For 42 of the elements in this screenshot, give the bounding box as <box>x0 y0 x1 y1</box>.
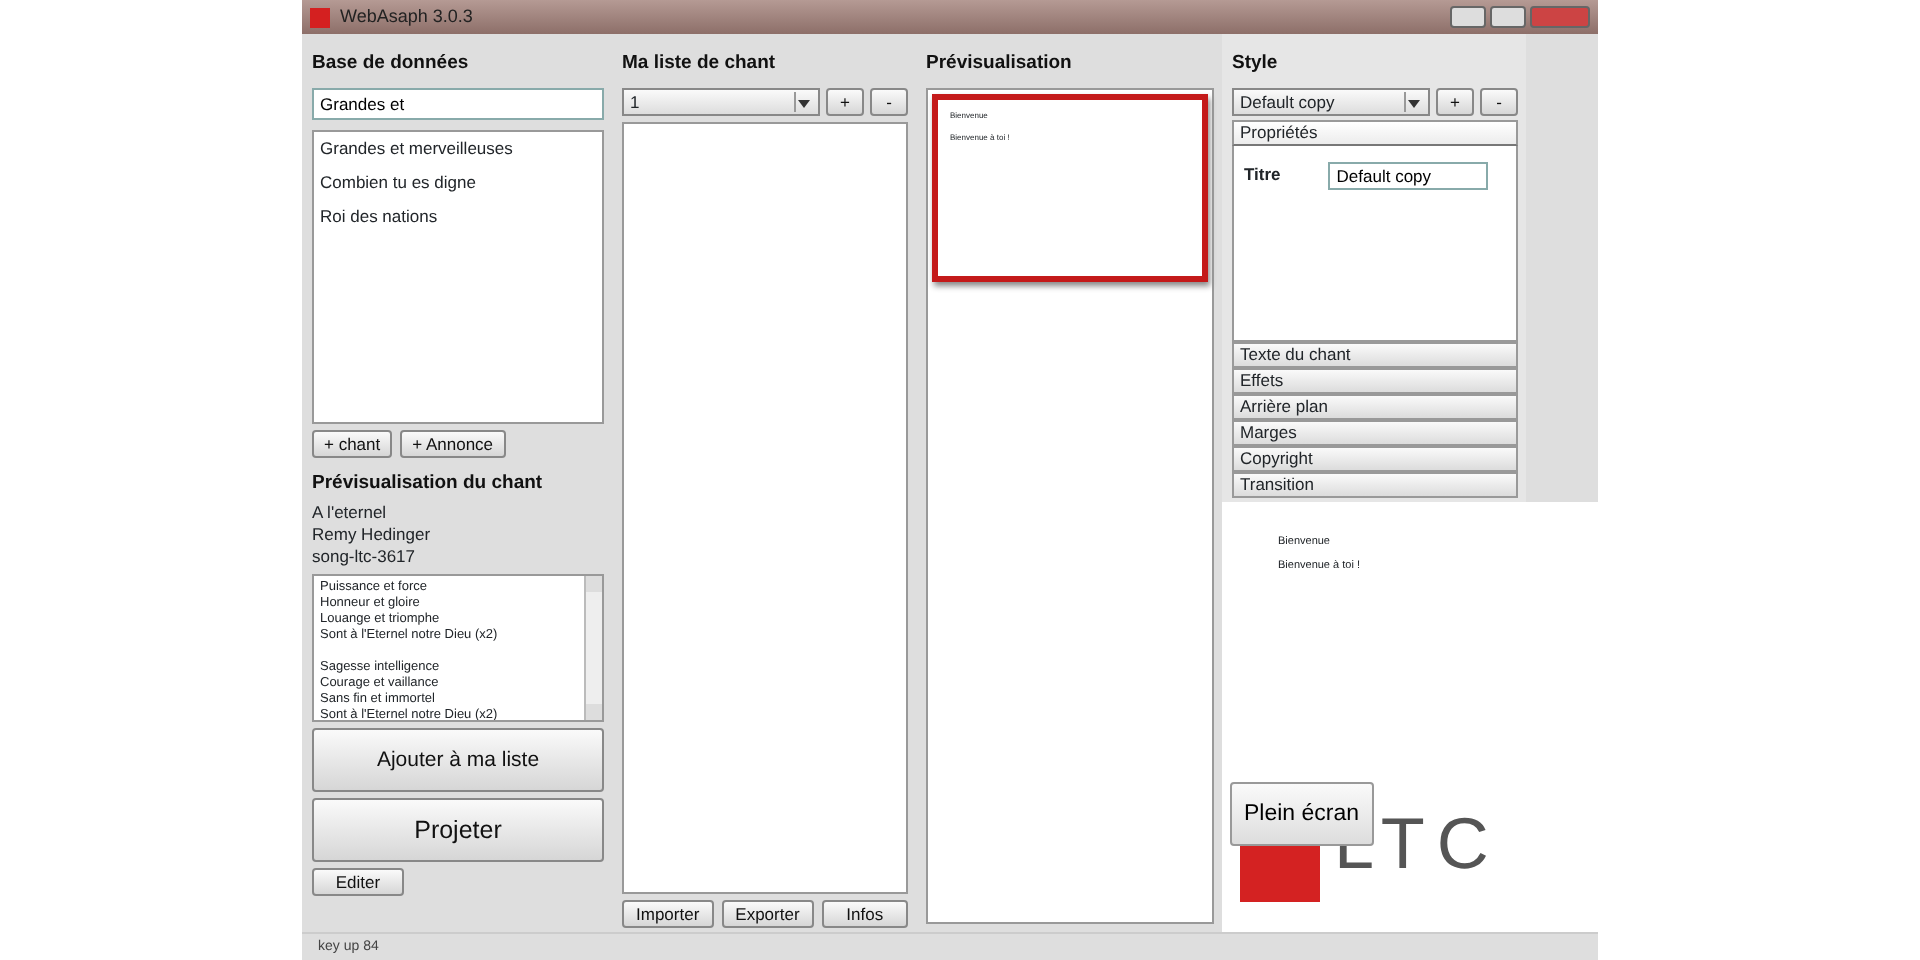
playlist-dropdown[interactable]: 1 <box>622 88 820 117</box>
song-info: Remy Hedinger <box>312 523 433 545</box>
section-header[interactable]: Arrière plan <box>1232 394 1518 421</box>
add-button[interactable]: + <box>1436 88 1474 117</box>
section-header[interactable]: Copyright <box>1232 446 1518 473</box>
title-field[interactable]: Default copy <box>1328 162 1489 191</box>
footer-button[interactable]: Importer <box>622 900 714 928</box>
style-dropdown[interactable]: Default copy <box>1232 88 1430 117</box>
section-heading: Prévisualisation du chant <box>312 470 545 499</box>
remove-button[interactable]: - <box>1480 88 1518 117</box>
section-header[interactable]: Transition <box>1232 472 1518 499</box>
section-heading: Style <box>1232 50 1280 78</box>
add-button[interactable]: + chant <box>312 430 393 459</box>
action-button[interactable]: Projeter <box>312 797 604 861</box>
footer-button[interactable]: Infos <box>821 900 908 928</box>
list-item[interactable]: Grandes et merveilleuses <box>314 132 602 166</box>
section-heading: Base de données <box>312 50 471 78</box>
list-item[interactable]: Roi des nations <box>314 199 602 233</box>
action-button[interactable]: Ajouter à ma liste <box>312 727 604 791</box>
section-heading: Ma liste de chant <box>622 50 778 78</box>
action-button[interactable]: Editer <box>312 867 404 895</box>
song-info: A l'eternel <box>312 501 389 523</box>
scrollbar <box>584 575 602 719</box>
footer-button[interactable]: Exporter <box>721 900 814 928</box>
section-header[interactable]: Effets <box>1232 368 1518 395</box>
section-header[interactable]: Texte du chant <box>1232 342 1518 369</box>
app-logo-icon <box>310 7 330 27</box>
song-info: song-ltc-3617 <box>312 545 418 567</box>
property-label: Titre <box>1244 162 1281 188</box>
maximize-button[interactable] <box>1490 6 1526 28</box>
section-header[interactable]: Propriétés <box>1232 120 1518 147</box>
window-title: WebAsaph 3.0.3 <box>340 3 473 30</box>
add-button[interactable]: + <box>826 88 864 117</box>
add-button[interactable]: + Annonce <box>400 430 506 459</box>
search-field[interactable]: Grandes et <box>312 88 604 121</box>
minimize-button[interactable] <box>1450 6 1486 28</box>
section-heading: Prévisualisation <box>926 50 1074 78</box>
section-header[interactable]: Marges <box>1232 420 1518 447</box>
remove-button[interactable]: - <box>870 88 908 117</box>
caret-icon <box>794 92 812 113</box>
list-item[interactable]: Combien tu es digne <box>314 166 602 200</box>
fullscreen-button[interactable]: Plein écran <box>1230 782 1374 847</box>
